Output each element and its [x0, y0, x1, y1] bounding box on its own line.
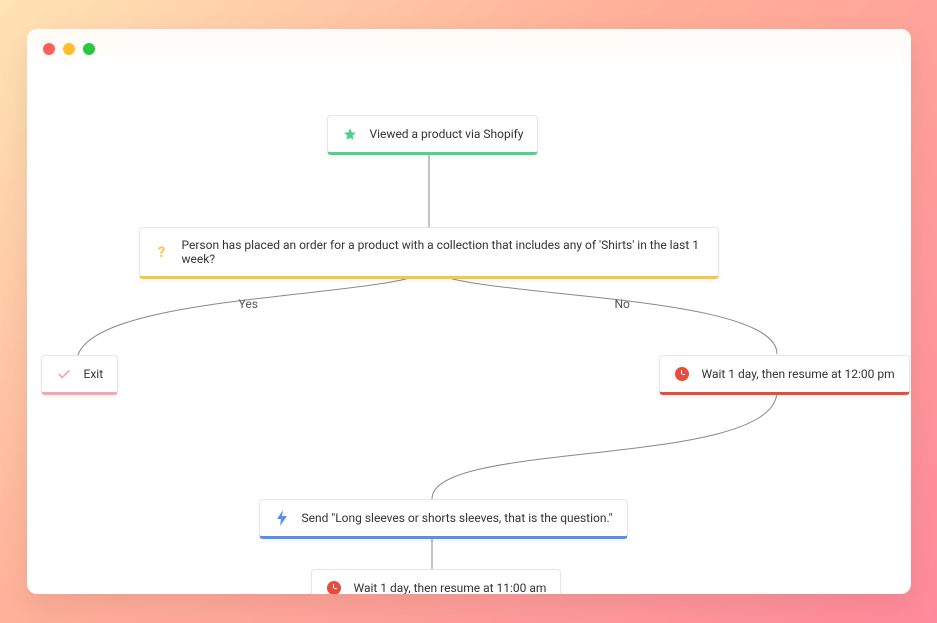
- exit-node[interactable]: Exit: [41, 355, 119, 395]
- bolt-icon: [274, 510, 290, 526]
- check-icon: [56, 366, 72, 382]
- window-close-icon[interactable]: [43, 43, 55, 55]
- star-icon: [342, 126, 358, 142]
- wait-1-label: Wait 1 day, then resume at 12:00 pm: [702, 367, 895, 381]
- window-titlebar: [27, 29, 911, 69]
- condition-label: Person has placed an order for a product…: [182, 238, 704, 266]
- trigger-node[interactable]: Viewed a product via Shopify: [327, 115, 539, 155]
- wait-node-2[interactable]: Wait 1 day, then resume at 11:00 am: [311, 569, 562, 594]
- clock-icon: [326, 580, 342, 594]
- send-email-node[interactable]: Send "Long sleeves or shorts sleeves, th…: [259, 499, 628, 539]
- send-label: Send "Long sleeves or shorts sleeves, th…: [302, 511, 613, 525]
- question-icon: ?: [154, 244, 170, 260]
- branch-yes-label: Yes: [239, 297, 258, 311]
- trigger-label: Viewed a product via Shopify: [370, 127, 524, 141]
- browser-window: Viewed a product via Shopify ? Person ha…: [27, 29, 911, 594]
- wait-node-1[interactable]: Wait 1 day, then resume at 12:00 pm: [659, 355, 910, 395]
- window-minimize-icon[interactable]: [63, 43, 75, 55]
- exit-label: Exit: [84, 367, 104, 381]
- wait-2-label: Wait 1 day, then resume at 11:00 am: [354, 581, 547, 594]
- branch-no-label: No: [615, 297, 630, 311]
- flow-canvas[interactable]: Viewed a product via Shopify ? Person ha…: [27, 69, 911, 594]
- window-maximize-icon[interactable]: [83, 43, 95, 55]
- condition-node[interactable]: ? Person has placed an order for a produ…: [139, 227, 719, 279]
- clock-icon: [674, 366, 690, 382]
